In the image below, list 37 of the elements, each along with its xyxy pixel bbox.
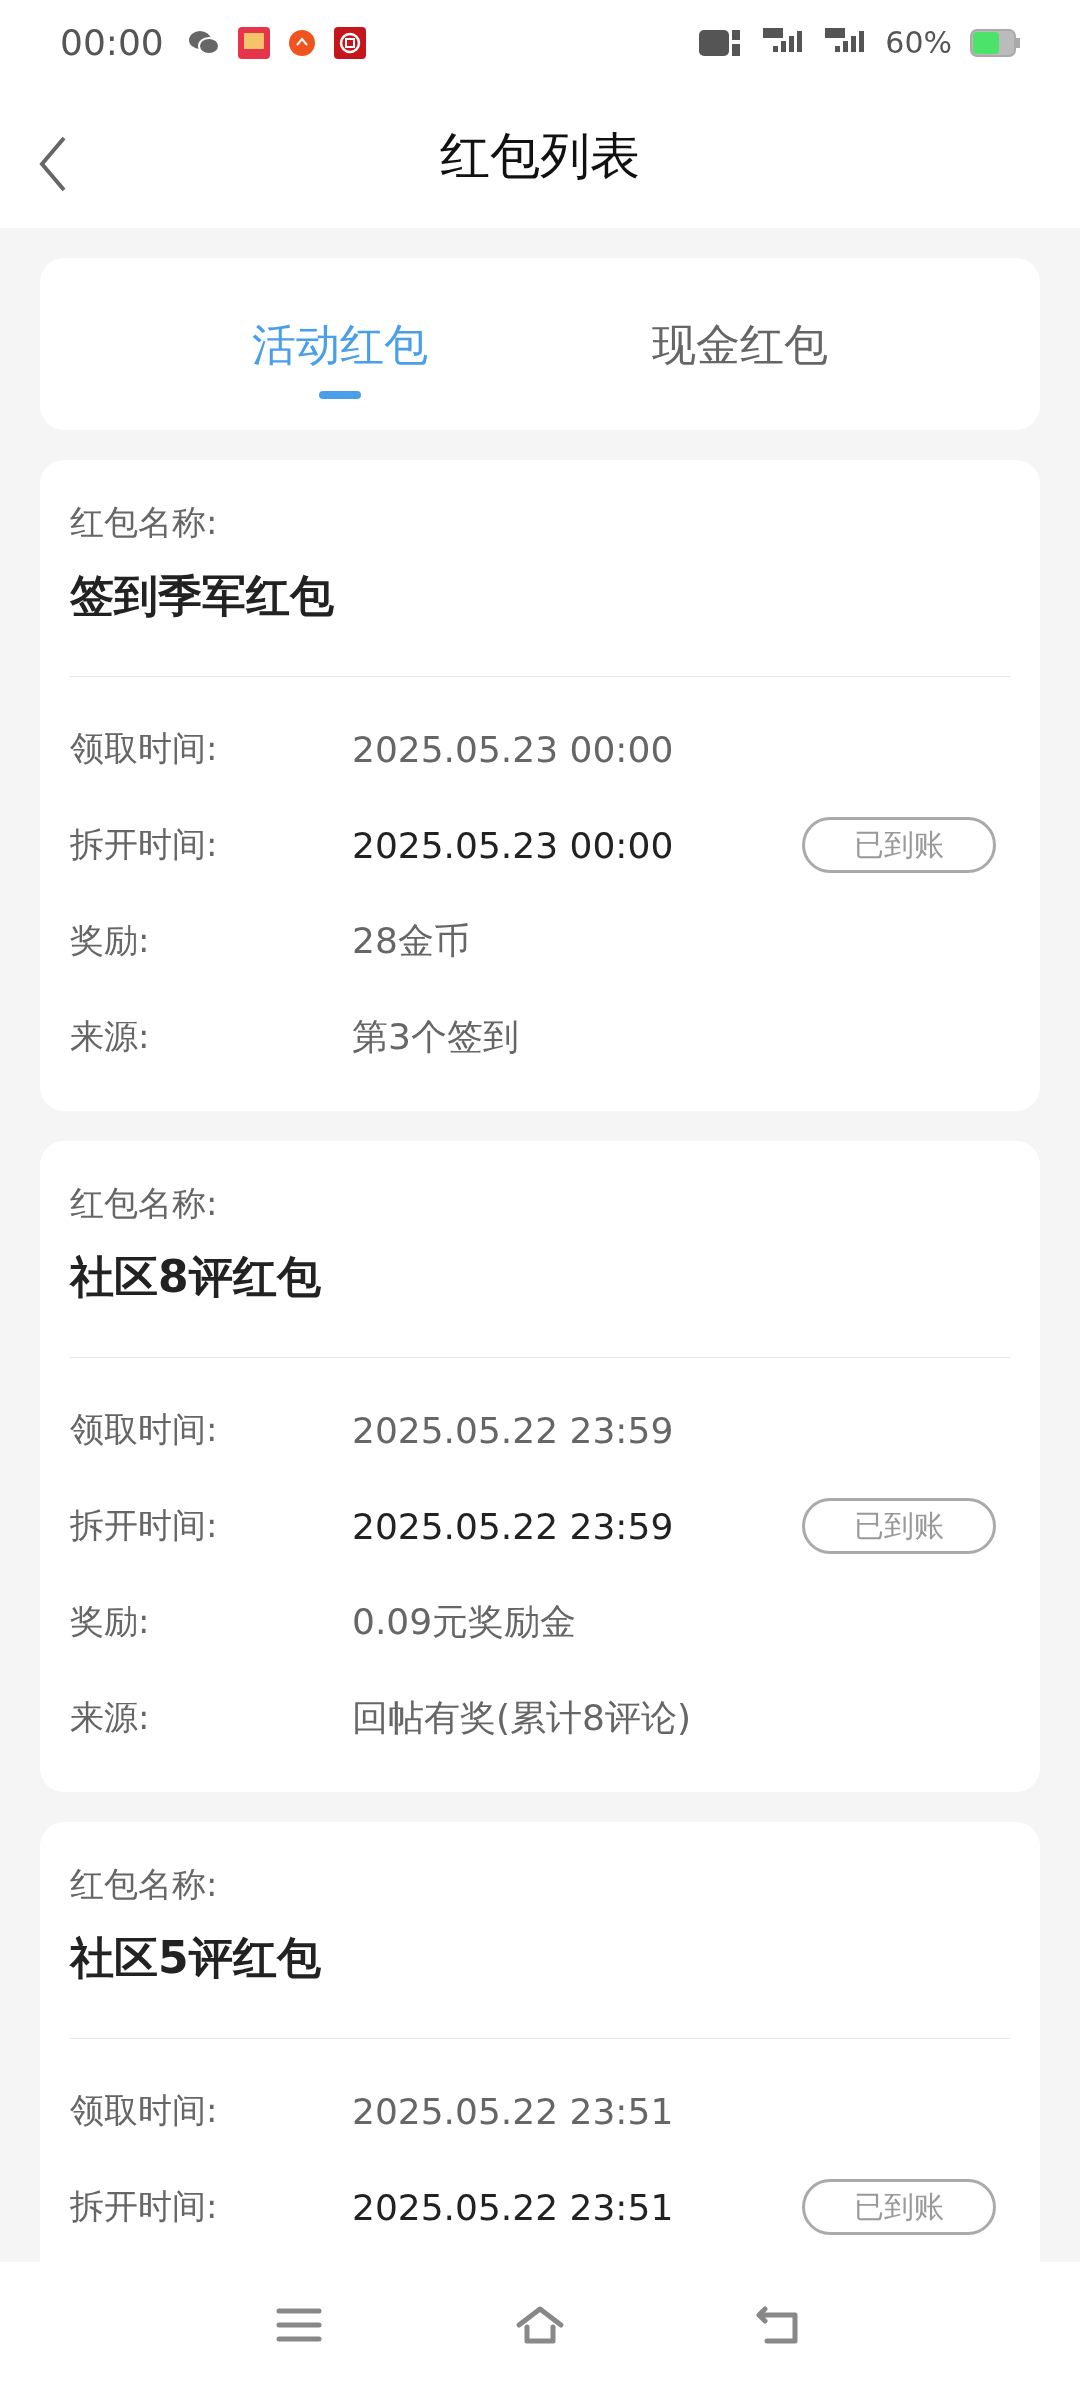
field-value: 回帖有奖(累计8评论) xyxy=(352,1695,691,1740)
status-badge: 已到账 xyxy=(802,1498,996,1554)
field-value: 2025.05.22 23:51 xyxy=(352,2090,674,2132)
status-badge: 已到账 xyxy=(802,817,996,873)
field-label: 奖励: xyxy=(70,1600,151,1643)
field-label: 拆开时间: xyxy=(70,2185,219,2228)
field-label: 红包名称: xyxy=(70,501,219,544)
battery-percent: 60% xyxy=(885,25,952,60)
battery-icon xyxy=(970,28,1020,57)
field-value: 0.09元奖励金 xyxy=(352,1599,577,1644)
app-icon xyxy=(237,26,270,59)
packet-name: 签到季军红包 xyxy=(70,569,335,623)
field-label: 来源: xyxy=(70,1015,151,1058)
field-value: 2025.05.22 23:51 xyxy=(352,2186,674,2228)
field-value: 第3个签到 xyxy=(352,1014,519,1059)
field-value: 28金币 xyxy=(352,918,470,963)
page-title: 红包列表 xyxy=(440,126,640,187)
packet-name: 社区5评红包 xyxy=(70,1931,322,1985)
field-label: 领取时间: xyxy=(70,1408,219,1451)
chat-icon xyxy=(187,29,220,56)
status-time: 00:00 xyxy=(60,22,164,63)
packet-name: 社区8评红包 xyxy=(70,1250,322,1304)
field-label: 拆开时间: xyxy=(70,1504,219,1547)
field-label: 领取时间: xyxy=(70,727,219,770)
field-label: 拆开时间: xyxy=(70,823,219,866)
field-label: 来源: xyxy=(70,1696,151,1739)
field-label: 红包名称: xyxy=(70,1182,219,1225)
tab[interactable]: 现金红包 xyxy=(652,316,828,399)
field-label: 奖励: xyxy=(70,919,151,962)
field-value: 2025.05.22 23:59 xyxy=(352,1409,674,1451)
field-label: 领取时间: xyxy=(70,2089,219,2132)
field-label: 红包名称: xyxy=(70,1863,219,1906)
status-badge: 已到账 xyxy=(802,2179,996,2235)
field-value: 2025.05.23 00:00 xyxy=(352,728,674,770)
field-value: 2025.05.23 00:00 xyxy=(352,824,674,866)
app-icon xyxy=(287,28,316,57)
field-value: 2025.05.22 23:59 xyxy=(352,1505,674,1547)
